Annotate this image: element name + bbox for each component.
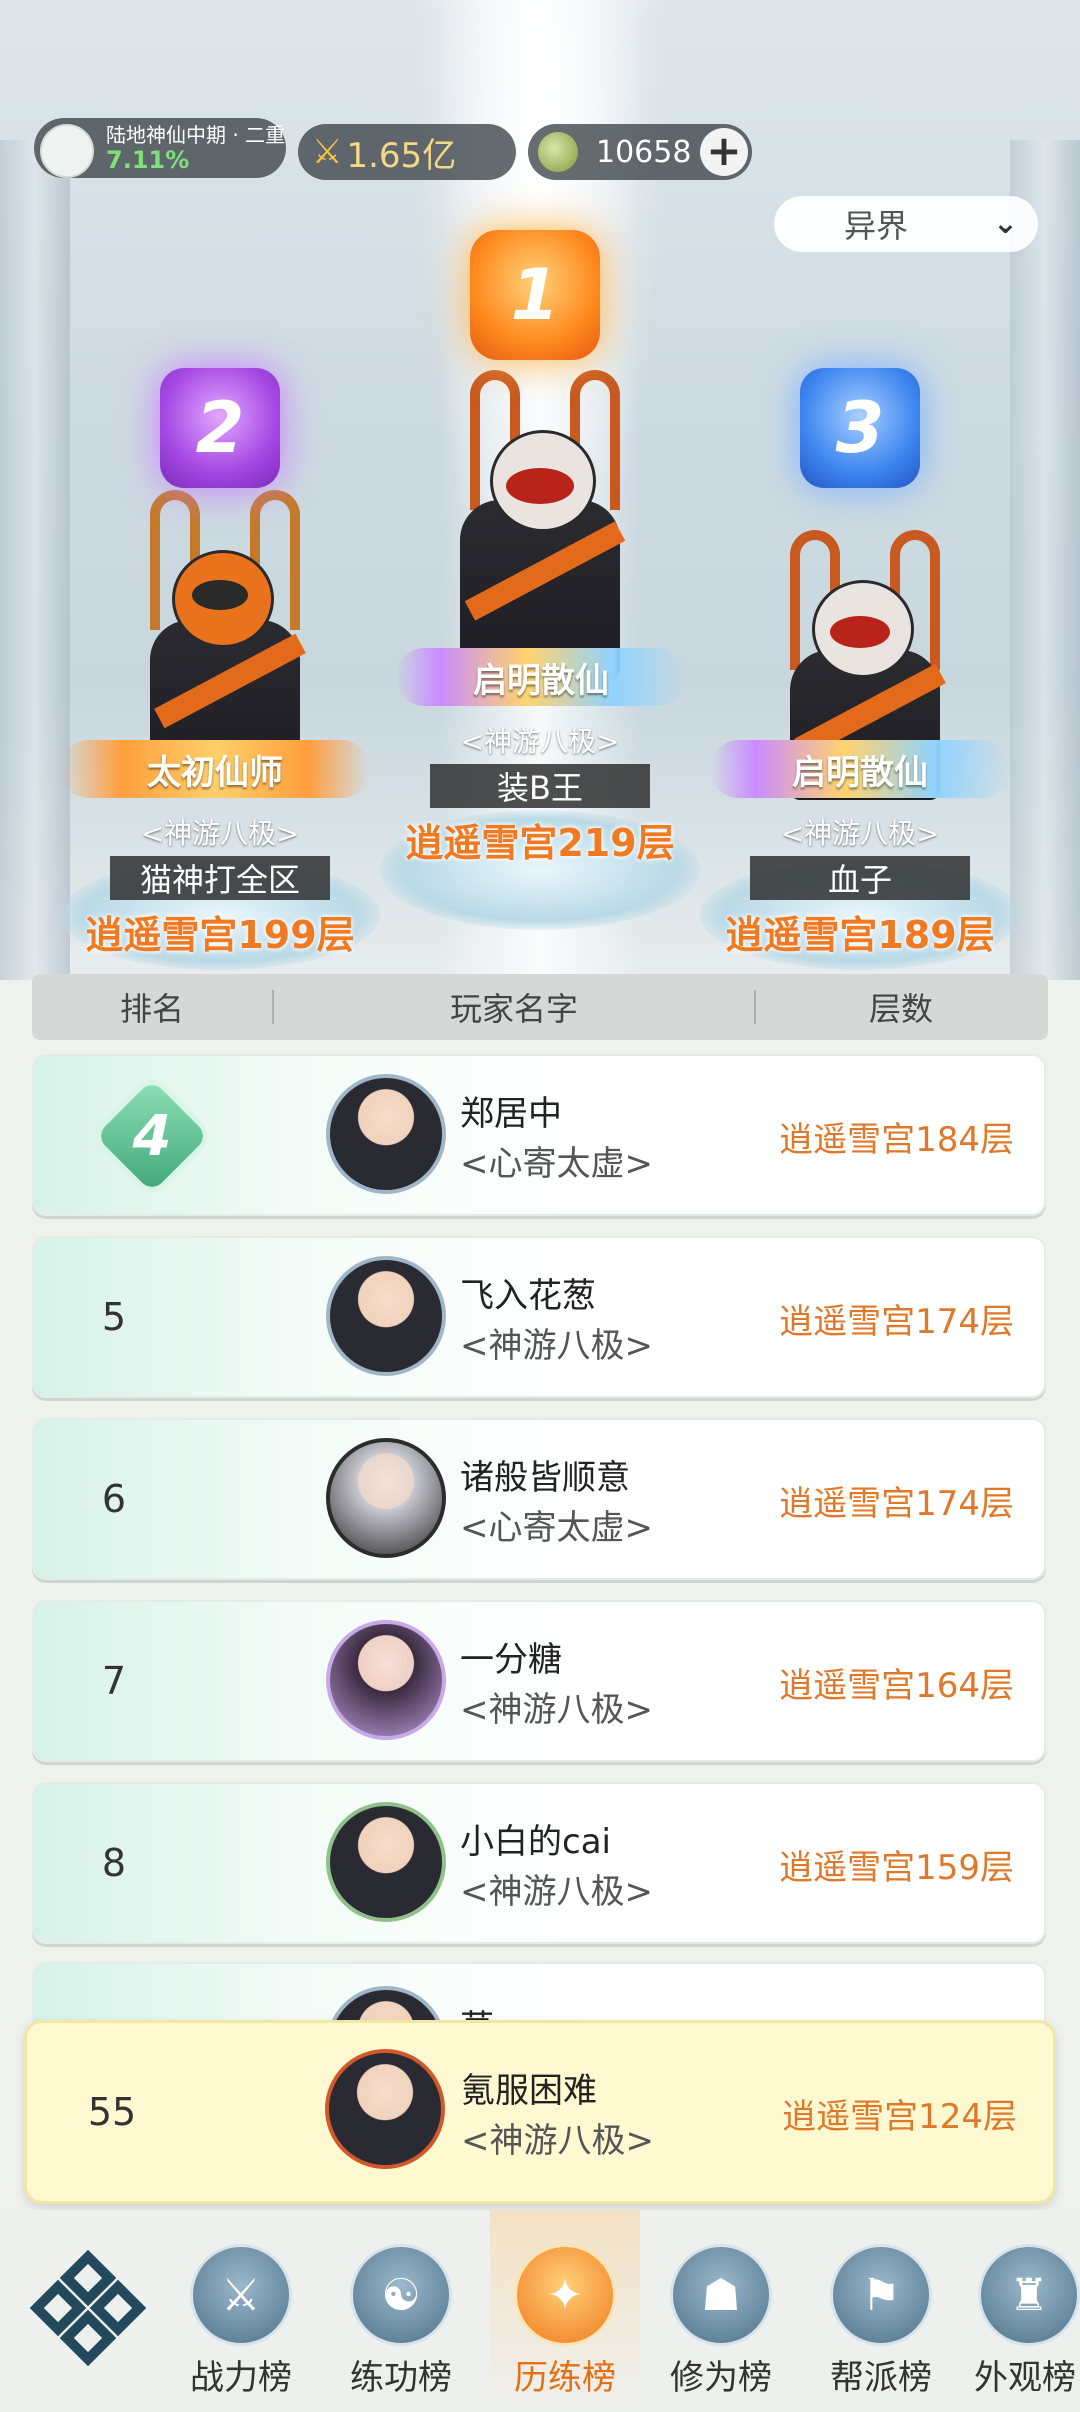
character-rank-1[interactable] xyxy=(420,360,660,680)
rank-number: 55 xyxy=(87,2090,137,2134)
player-level-chip[interactable]: 陆地神仙中期 · 二重 7.11% xyxy=(34,118,286,178)
level-percent: 7.11% xyxy=(106,146,190,174)
table-row[interactable]: 6 诸般皆顺意 <心寄太虚> 逍遥雪宫174层 xyxy=(32,1418,1046,1580)
avatar[interactable] xyxy=(326,1256,446,1376)
player-name: 诸般皆顺意 xyxy=(460,1458,630,1498)
player-sect: <神游八极> xyxy=(460,1690,653,1730)
star-icon: ✦ xyxy=(514,2244,616,2346)
combat-power-value: 1.65亿 xyxy=(346,135,457,176)
avatar[interactable] xyxy=(326,1620,446,1740)
jade-coin-icon xyxy=(538,132,578,172)
player-sect: <神游八极> xyxy=(460,1872,653,1912)
level-title: 陆地神仙中期 · 二重 xyxy=(106,123,286,147)
player-sect: <神游八极> xyxy=(461,2121,654,2161)
nav-tab-guild[interactable]: ⚑ 帮派榜 xyxy=(806,2244,956,2399)
rank-number: 4 xyxy=(132,1103,172,1169)
player-name-rank-1[interactable]: 装B王 xyxy=(430,764,650,808)
crossed-swords-icon: ⚔ xyxy=(312,132,343,172)
add-currency-button[interactable]: + xyxy=(700,128,748,176)
score-rank-1: 逍遥雪宫219层 xyxy=(405,821,675,865)
player-score: 逍遥雪宫184层 xyxy=(779,1120,1014,1160)
player-name: 一分糖 xyxy=(460,1640,562,1680)
pillar-decoration xyxy=(1010,140,1080,980)
sect-rank-2: <神游八极> xyxy=(140,817,300,850)
player-sect: <心寄太虚> xyxy=(460,1508,653,1548)
nav-tab-label: 战力榜 xyxy=(190,2358,292,2398)
pillar-decoration xyxy=(0,140,70,980)
player-score: 逍遥雪宫159层 xyxy=(779,1848,1014,1888)
nav-tab-training[interactable]: ☯ 练功榜 xyxy=(326,2244,476,2399)
nav-tab-label: 修为榜 xyxy=(670,2358,772,2398)
player-name: 小白的cai xyxy=(460,1822,611,1862)
yin-yang-icon: ☯ xyxy=(350,2244,452,2346)
title-banner-rank-2: 太初仙师 xyxy=(60,740,370,798)
player-name: 氪服困难 xyxy=(461,2071,597,2111)
player-name: 飞入花葱 xyxy=(460,1276,596,1316)
player-name: 郑居中 xyxy=(460,1094,562,1134)
chevron-down-icon: ⌄ xyxy=(992,206,1018,241)
title-banner-rank-3: 启明散仙 xyxy=(710,740,1010,798)
rank-1-badge-icon: 1 xyxy=(470,230,600,360)
nav-tab-experience[interactable]: ✦ 历练榜 xyxy=(490,2244,640,2399)
nav-tab-label: 帮派榜 xyxy=(830,2358,932,2398)
rank-number: 6 xyxy=(101,1477,127,1521)
currency-value: 10658 xyxy=(596,134,692,170)
avatar[interactable] xyxy=(325,2049,445,2169)
nav-tab-power[interactable]: ⚔ 战力榜 xyxy=(166,2244,316,2399)
combat-power-chip[interactable]: ⚔ 1.65亿 xyxy=(298,124,516,180)
nav-tab-label: 外观榜 xyxy=(974,2358,1076,2398)
table-row[interactable]: 5 飞入花葱 <神游八极> 逍遥雪宫174层 xyxy=(32,1236,1046,1398)
character-rank-2[interactable] xyxy=(110,480,330,780)
rank-number: 5 xyxy=(101,1295,127,1339)
realm-dropdown[interactable]: 异界 ⌄ xyxy=(774,196,1038,252)
menu-icon[interactable] xyxy=(29,2249,147,2367)
column-header-rank: 排名 xyxy=(119,990,184,1028)
player-sect: <心寄太虚> xyxy=(460,1144,653,1184)
sect-rank-1: <神游八极> xyxy=(460,725,620,758)
title-banner-rank-1: 启明散仙 xyxy=(396,648,686,706)
rank-number: 8 xyxy=(101,1841,127,1885)
nav-tab-appearance[interactable]: ♜ 外观榜 xyxy=(960,2244,1080,2399)
nav-tab-cultivation[interactable]: ☗ 修为榜 xyxy=(646,2244,796,2399)
player-sect: <神游八极> xyxy=(460,1326,653,1366)
player-avatar-icon xyxy=(40,124,94,178)
player-score: 逍遥雪宫164层 xyxy=(779,1666,1014,1706)
table-row[interactable]: 7 一分糖 <神游八极> 逍遥雪宫164层 xyxy=(32,1600,1046,1762)
avatar[interactable] xyxy=(326,1438,446,1558)
table-row[interactable]: 4 郑居中 <心寄太虚> 逍遥雪宫184层 xyxy=(32,1054,1046,1216)
avatar[interactable] xyxy=(326,1802,446,1922)
sect-rank-3: <神游八极> xyxy=(780,817,940,850)
currency-chip: 10658 + xyxy=(528,124,752,180)
table-row[interactable]: 8 小白的cai <神游八极> 逍遥雪宫159层 xyxy=(32,1782,1046,1944)
realm-dropdown-label: 异界 xyxy=(843,207,908,245)
rank-number: 7 xyxy=(101,1659,127,1703)
banner-icon: ⚑ xyxy=(830,2244,932,2346)
player-score: 逍遥雪宫174层 xyxy=(779,1302,1014,1342)
ranking-table-header: 排名 玩家名字 层数 xyxy=(32,974,1048,1040)
column-header-player: 玩家名字 xyxy=(449,990,578,1028)
column-header-floors: 层数 xyxy=(868,990,933,1028)
swords-icon: ⚔ xyxy=(190,2244,292,2346)
nav-tab-label: 历练榜 xyxy=(514,2358,616,2398)
armor-icon: ♜ xyxy=(978,2244,1080,2346)
score-rank-2: 逍遥雪宫199层 xyxy=(85,913,355,957)
player-name-rank-2[interactable]: 猫神打全区 xyxy=(110,856,330,900)
rank-2-badge-icon: 2 xyxy=(160,368,280,488)
player-name-rank-3[interactable]: 血子 xyxy=(750,856,970,900)
nav-tab-label: 练功榜 xyxy=(350,2358,452,2398)
avatar[interactable] xyxy=(326,1074,446,1194)
player-score: 逍遥雪宫124层 xyxy=(782,2097,1017,2137)
hat-icon: ☗ xyxy=(670,2244,772,2346)
player-score: 逍遥雪宫174层 xyxy=(779,1484,1014,1524)
score-rank-3: 逍遥雪宫189层 xyxy=(725,913,995,957)
rank-3-badge-icon: 3 xyxy=(800,368,920,488)
my-rank-row[interactable]: 55 氪服困难 <神游八极> 逍遥雪宫124层 xyxy=(24,2020,1056,2204)
